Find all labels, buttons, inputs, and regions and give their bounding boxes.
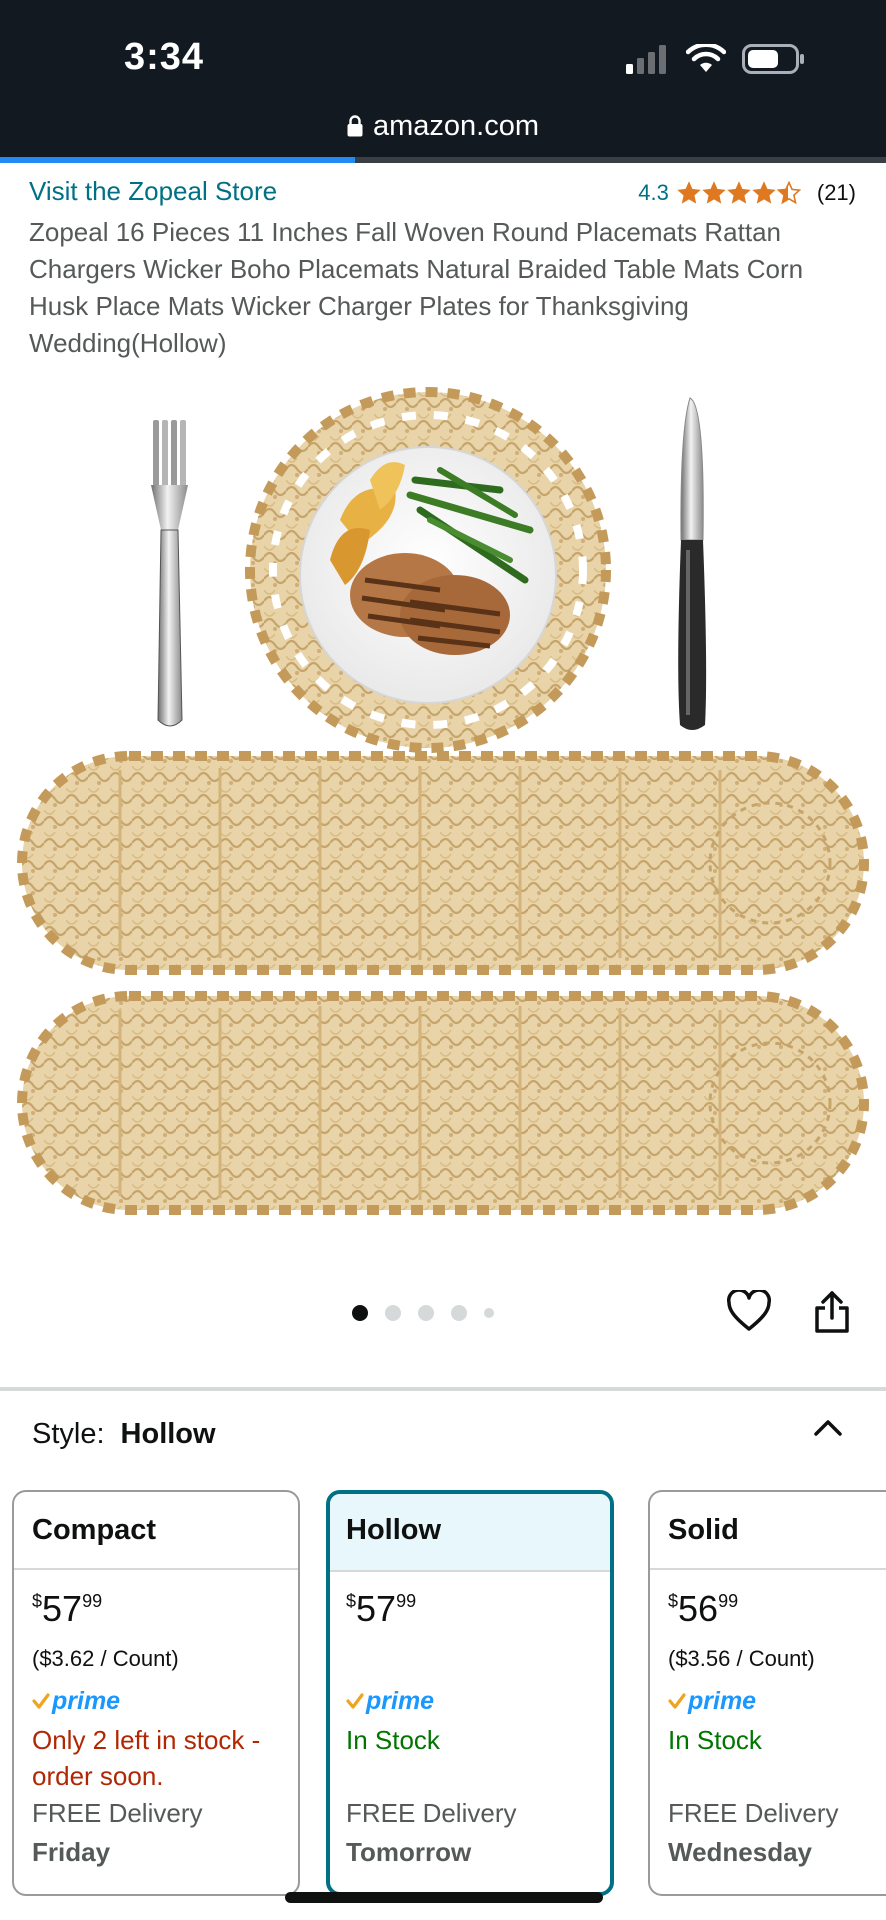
pager-dot[interactable] [352, 1305, 368, 1321]
option-delivery-label: FREE Delivery [32, 1798, 203, 1828]
style-label: Style: [32, 1418, 105, 1450]
option-delivery-label: FREE Delivery [668, 1798, 839, 1828]
fork-illustration [151, 420, 188, 727]
prime-check-icon [32, 1693, 50, 1709]
option-price: $5699 [668, 1588, 739, 1629]
option-delivery-day: Wednesday [668, 1837, 813, 1867]
option-stock-status: Only 2 left in stock - order soon. [32, 1725, 261, 1791]
pager-dot[interactable] [451, 1305, 467, 1321]
style-selector-header[interactable]: Style: Hollow [32, 1418, 216, 1451]
option-unit-price: ($3.62 / Count) [32, 1646, 179, 1671]
chevron-up-icon[interactable] [812, 1416, 844, 1438]
option-name: Compact [14, 1492, 298, 1570]
option-delivery-day: Friday [32, 1837, 111, 1867]
product-image[interactable] [0, 370, 886, 1230]
rating-stars [677, 181, 801, 205]
product-title: Zopeal 16 Pieces 11 Inches Fall Woven Ro… [29, 217, 804, 358]
option-name: Hollow [330, 1494, 610, 1572]
knife-illustration [678, 397, 707, 730]
address-bar[interactable]: amazon.com [0, 110, 886, 143]
rating-count: (21) [816, 180, 856, 205]
stacked-placemats-bottom [17, 991, 869, 1215]
style-option-hollow[interactable]: Hollow $5799 prime In Stock FREE Deliver… [326, 1490, 614, 1896]
option-price: $5799 [32, 1588, 103, 1629]
star-full-icon [702, 181, 726, 204]
battery-icon [742, 44, 804, 74]
option-stock-status: In Stock [668, 1725, 762, 1755]
option-stock-status: In Stock [346, 1725, 440, 1755]
pager-dot[interactable] [484, 1308, 494, 1318]
url-text: amazon.com [372, 110, 539, 142]
prime-check-icon [668, 1693, 686, 1709]
heart-icon[interactable] [726, 1290, 772, 1332]
star-full-icon [677, 181, 701, 204]
browser-header: 3:34 amazon.com [0, 0, 886, 163]
page-load-progress-fill [0, 157, 355, 163]
prime-check-icon [346, 1693, 364, 1709]
round-placemat-illustration [245, 387, 611, 753]
option-delivery-label: FREE Delivery [346, 1798, 517, 1828]
option-name: Solid [650, 1492, 886, 1570]
star-full-icon [752, 181, 776, 204]
style-selected-value: Hollow [120, 1418, 216, 1450]
option-price: $5799 [346, 1588, 417, 1629]
style-option-compact[interactable]: Compact $5799 ($3.62 / Count) prime Only… [12, 1490, 300, 1896]
page-load-progress [0, 157, 886, 163]
home-indicator[interactable] [285, 1892, 603, 1903]
rating-summary[interactable]: 4.3 (21) [638, 180, 856, 206]
store-link[interactable]: Visit the Zopeal Store [29, 176, 277, 207]
lock-icon [347, 115, 363, 137]
prime-badge: prime [346, 1686, 594, 1716]
prime-badge: prime [32, 1686, 280, 1716]
section-divider [0, 1387, 886, 1391]
star-partial-icon [776, 181, 801, 205]
prime-badge: prime [668, 1686, 886, 1716]
rating-value: 4.3 [638, 180, 669, 205]
cellular-signal-icon [626, 45, 666, 74]
stacked-placemats-top [17, 751, 869, 975]
status-time: 3:34 [124, 36, 205, 78]
status-icons [626, 42, 806, 76]
pager-dot[interactable] [385, 1305, 401, 1321]
option-unit-price: ($3.56 / Count) [668, 1646, 815, 1671]
option-unit-price [346, 1646, 594, 1676]
share-icon[interactable] [812, 1290, 852, 1334]
option-delivery-day: Tomorrow [346, 1837, 472, 1867]
wifi-icon [686, 44, 726, 72]
style-option-solid[interactable]: Solid $5699 ($3.56 / Count) prime In Sto… [648, 1490, 886, 1896]
star-full-icon [727, 181, 751, 204]
pager-dot[interactable] [418, 1305, 434, 1321]
